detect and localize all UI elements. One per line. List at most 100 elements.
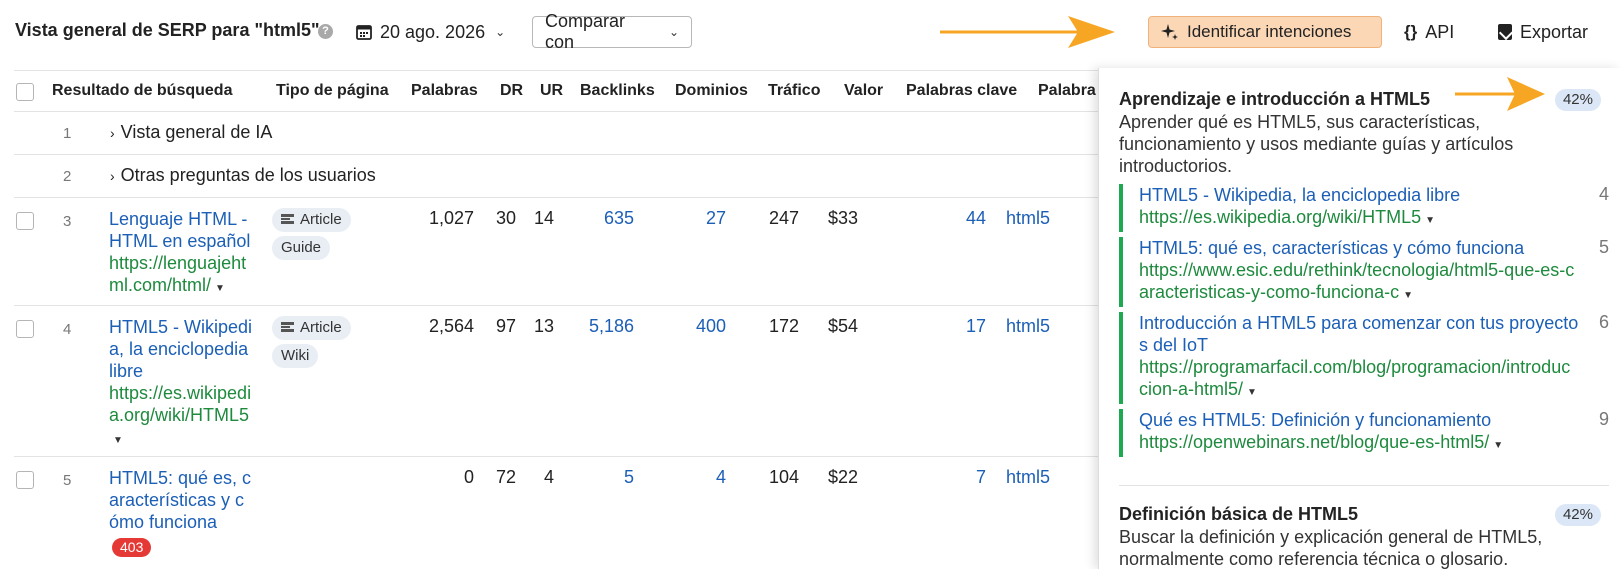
result-title-link[interactable]: HTML5 - Wikipedia, la enciclopedia libre — [109, 316, 254, 382]
intent-result-title-link[interactable]: HTML5: qué es, características y cómo fu… — [1139, 237, 1579, 259]
backlinks-value[interactable]: 5 — [624, 467, 634, 488]
row-number: 4 — [63, 321, 72, 338]
intent-result-item: Qué es HTML5: Definición y funcionamient… — [1119, 409, 1609, 457]
chevron-down-icon: ⌄ — [668, 25, 679, 39]
page-header: Vista general de SERP para "html5" ? 20 … — [0, 0, 1620, 64]
ur-value: 13 — [533, 316, 554, 336]
chevron-right-icon: › — [110, 168, 115, 184]
keywords-value[interactable]: 17 — [966, 316, 986, 337]
result-title-link[interactable]: Lenguaje HTML - HTML en español — [109, 208, 254, 252]
caret-down-icon: ▼ — [1425, 215, 1436, 226]
ur-value: 14 — [533, 208, 554, 228]
table-row: 1 › Vista general de IA — [14, 112, 1100, 155]
ur-value: 4 — [543, 467, 554, 487]
badge-label: Article — [300, 211, 342, 228]
intent-group: Aprendizaje e introducción a HTML5 42% A… — [1119, 89, 1609, 469]
page-title: Vista general de SERP para "html5" — [15, 20, 320, 40]
column-header-keywords[interactable]: Palabras clave — [906, 82, 1017, 100]
group-label: Vista general de IA — [120, 122, 273, 142]
expand-people-also-ask[interactable]: › Otras preguntas de los usuarios — [110, 165, 376, 186]
intent-percentage-badge: 42% — [1554, 89, 1601, 111]
result-url-text: https://es.wikipedia.org/wiki/HTML5 — [109, 383, 252, 425]
column-header-traffic[interactable]: Tráfico — [768, 82, 820, 100]
page-type-badge: Wiki — [272, 344, 319, 368]
table-row: 4 HTML5 - Wikipedia, la enciclopedia lib… — [14, 306, 1100, 457]
column-header-words[interactable]: Palabras — [411, 82, 478, 100]
intent-description: Buscar la definición y explicación gener… — [1119, 527, 1543, 569]
intent-result-position: 9 — [1598, 409, 1609, 429]
caret-down-icon: ▼ — [113, 435, 123, 446]
chevron-down-icon: ⌄ — [495, 25, 506, 39]
top-keyword-link[interactable]: html5 — [1006, 316, 1050, 337]
select-all-checkbox[interactable] — [16, 83, 34, 101]
intent-result-url[interactable]: https://openwebinars.net/blog/que-es-htm… — [1139, 431, 1579, 457]
code-braces-icon: {} — [1404, 22, 1418, 41]
column-header-value[interactable]: Valor — [844, 82, 883, 100]
column-header-result[interactable]: Resultado de búsqueda — [52, 82, 232, 100]
column-header-dr[interactable]: DR — [500, 82, 523, 100]
api-button[interactable]: {} API — [1404, 16, 1454, 48]
intent-result-url[interactable]: https://www.esic.edu/rethink/tecnologia/… — [1139, 259, 1579, 307]
compare-dropdown[interactable]: Comparar con ⌄ — [532, 11, 692, 52]
domains-value[interactable]: 400 — [696, 316, 726, 337]
intent-result-url-text: https://www.esic.edu/rethink/tecnologia/… — [1139, 260, 1575, 302]
intent-title: Definición básica de HTML5 — [1119, 504, 1359, 524]
identify-intents-button[interactable]: Identificar intenciones — [1148, 16, 1382, 48]
row-checkbox[interactable] — [16, 471, 34, 489]
intent-result-title-link[interactable]: Qué es HTML5: Definición y funcionamient… — [1139, 409, 1579, 431]
words-value: 1,027 — [428, 208, 474, 228]
result-title-link[interactable]: HTML5: qué es, características y cómo fu… — [109, 467, 254, 533]
backlinks-value[interactable]: 635 — [604, 208, 634, 229]
date-picker[interactable]: 20 ago. 2026 ⌄ — [356, 16, 505, 48]
top-keyword-link[interactable]: html5 — [1006, 208, 1050, 229]
intent-result-position: 6 — [1598, 312, 1609, 332]
domains-value[interactable]: 27 — [706, 208, 726, 229]
domains-value[interactable]: 4 — [716, 467, 726, 488]
column-header-backlinks[interactable]: Backlinks — [580, 82, 655, 100]
traffic-value: 172 — [768, 316, 799, 336]
top-keyword-link[interactable]: html5 — [1006, 467, 1050, 488]
dr-value: 30 — [495, 208, 516, 228]
caret-down-icon: ▼ — [1403, 290, 1413, 301]
intent-divider — [1119, 485, 1609, 486]
keywords-value[interactable]: 7 — [976, 467, 986, 488]
http-error-badge: 403 — [112, 538, 152, 557]
words-value: 0 — [463, 467, 474, 487]
date-value: 20 ago. 2026 — [380, 21, 486, 42]
row-checkbox[interactable] — [16, 212, 34, 230]
intent-result-url-text: https://es.wikipedia.org/wiki/HTML5 — [1139, 207, 1422, 227]
column-header-top-keyword[interactable]: Palabra — [1038, 82, 1096, 100]
expand-ai-overview[interactable]: › Vista general de IA — [110, 122, 272, 143]
table-row: 3 Lenguaje HTML - HTML en español https:… — [14, 198, 1100, 306]
intent-result-url[interactable]: https://programarfacil.com/blog/programa… — [1139, 356, 1579, 404]
traffic-value: 104 — [768, 467, 799, 487]
row-number: 3 — [63, 213, 72, 230]
dr-value: 72 — [495, 467, 516, 487]
column-header-domains[interactable]: Dominios — [675, 82, 748, 100]
sparkle-icon — [1161, 24, 1178, 40]
keywords-value[interactable]: 44 — [966, 208, 986, 229]
intent-percentage-badge: 42% — [1554, 504, 1601, 526]
column-header-ur[interactable]: UR — [540, 82, 563, 100]
page-type-badge: Guide — [272, 236, 331, 260]
backlinks-value[interactable]: 5,186 — [589, 316, 634, 337]
help-icon[interactable]: ? — [318, 24, 333, 39]
export-label: Exportar — [1520, 21, 1589, 42]
intent-description: Aprender qué es HTML5, sus característic… — [1119, 112, 1514, 176]
table-row: 5 HTML5: qué es, características y cómo … — [14, 457, 1100, 569]
caret-down-icon: ▼ — [1247, 387, 1257, 398]
column-header-page-type[interactable]: Tipo de página — [276, 82, 389, 100]
caret-down-icon: ▼ — [1493, 440, 1504, 451]
intent-result-title-link[interactable]: HTML5 - Wikipedia, la enciclopedia libre — [1139, 184, 1579, 206]
row-checkbox[interactable] — [16, 320, 34, 338]
result-url[interactable]: https://lenguajehtml.com/html/▼ — [109, 252, 254, 300]
intent-result-url-text: https://openwebinars.net/blog/que-es-htm… — [1139, 432, 1490, 452]
caret-down-icon: ▼ — [215, 283, 225, 294]
intent-result-item: Introducción a HTML5 para comenzar con t… — [1119, 312, 1609, 404]
intent-result-url[interactable]: https://es.wikipedia.org/wiki/HTML5 ▼ — [1139, 206, 1579, 232]
result-url[interactable]: https://es.wikipedia.org/wiki/HTML5 ▼ — [109, 382, 254, 452]
api-label: API — [1425, 21, 1455, 42]
intent-result-item: HTML5 - Wikipedia, la enciclopedia libre… — [1119, 184, 1609, 232]
intent-result-title-link[interactable]: Introducción a HTML5 para comenzar con t… — [1139, 312, 1579, 356]
export-button[interactable]: Exportar — [1498, 16, 1588, 48]
